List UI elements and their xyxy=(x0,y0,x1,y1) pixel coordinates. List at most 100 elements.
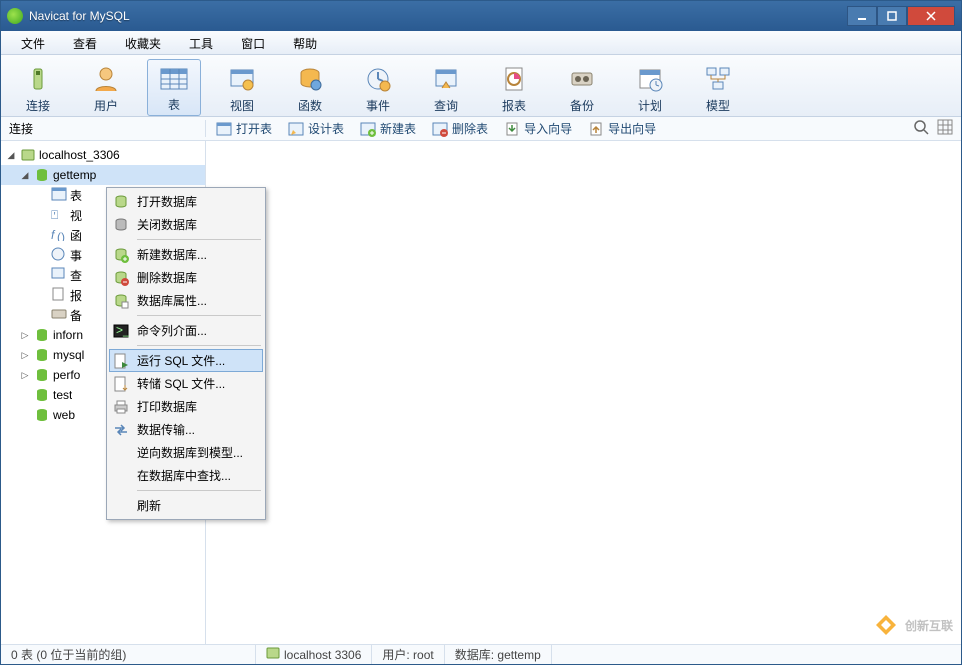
context-item[interactable]: 关闭数据库 xyxy=(109,213,263,236)
context-separator xyxy=(137,345,261,346)
status-db: 数据库: gettemp xyxy=(445,645,552,664)
titlebar: Navicat for MySQL xyxy=(1,1,961,31)
tool-query[interactable]: 查询 xyxy=(419,59,473,116)
tool-function[interactable]: 函数 xyxy=(283,59,337,116)
table-actions: 打开表 设计表 新建表 删除表 导入向导 导出向导 xyxy=(206,120,913,137)
tree-label: 备 xyxy=(70,307,82,324)
svg-text:>_: >_ xyxy=(116,323,129,337)
status-count: 0 表 (0 位于当前的组) xyxy=(1,645,256,664)
db-prop-icon xyxy=(113,293,129,309)
svg-text:(): () xyxy=(57,230,65,241)
tool-connection[interactable]: 连接 xyxy=(11,59,65,116)
main-toolbar: 连接 用户 表 视图 函数 事件 查询 报表 备份 计划 模型 xyxy=(1,55,961,117)
menu-file[interactable]: 文件 xyxy=(7,31,59,54)
tool-label: 连接 xyxy=(26,97,50,114)
db-del-icon xyxy=(113,270,129,286)
expand-icon[interactable]: ▷ xyxy=(19,370,31,381)
context-label: 运行 SQL 文件... xyxy=(137,352,255,369)
action-import-wizard[interactable]: 导入向导 xyxy=(504,120,572,137)
menu-tools[interactable]: 工具 xyxy=(175,31,227,54)
tool-model[interactable]: 模型 xyxy=(691,59,745,116)
tool-report[interactable]: 报表 xyxy=(487,59,541,116)
action-delete-table[interactable]: 删除表 xyxy=(432,120,488,137)
context-separator xyxy=(137,490,261,491)
action-label: 新建表 xyxy=(380,120,416,137)
expand-icon[interactable]: ◢ xyxy=(5,150,17,161)
sub-toolbar-right xyxy=(913,119,961,138)
action-open-table[interactable]: 打开表 xyxy=(216,120,272,137)
context-item[interactable]: 新建数据库... xyxy=(109,243,263,266)
action-new-table[interactable]: 新建表 xyxy=(360,120,416,137)
context-label: 命令列介面... xyxy=(137,322,255,339)
context-item[interactable]: 数据库属性... xyxy=(109,289,263,312)
new-table-icon xyxy=(360,121,376,137)
context-item[interactable]: 刷新 xyxy=(109,494,263,517)
connection-panel-label: 连接 xyxy=(1,120,206,137)
close-button[interactable] xyxy=(907,6,955,26)
delete-table-icon xyxy=(432,121,448,137)
tool-schedule[interactable]: 计划 xyxy=(623,59,677,116)
context-label: 逆向数据库到模型... xyxy=(137,444,255,461)
context-item[interactable]: >_ 命令列介面... xyxy=(109,319,263,342)
app-icon xyxy=(7,8,23,24)
tree-label: 视 xyxy=(70,207,82,224)
menu-window[interactable]: 窗口 xyxy=(227,31,279,54)
tool-label: 模型 xyxy=(706,97,730,114)
tool-user[interactable]: 用户 xyxy=(79,59,133,116)
server-icon xyxy=(20,147,36,163)
backups-icon xyxy=(51,307,67,323)
action-label: 导出向导 xyxy=(608,120,656,137)
action-design-table[interactable]: 设计表 xyxy=(288,120,344,137)
maximize-button[interactable] xyxy=(877,6,907,26)
status-label: localhost 3306 xyxy=(284,648,361,662)
sub-toolbar: 连接 打开表 设计表 新建表 删除表 导入向导 导出向导 xyxy=(1,117,961,141)
database-icon xyxy=(34,407,50,423)
expand-icon[interactable]: ◢ xyxy=(19,170,31,181)
query-icon xyxy=(430,63,462,95)
tree-database-selected[interactable]: ◢ gettemp xyxy=(1,165,205,185)
context-item[interactable]: 打印数据库 xyxy=(109,395,263,418)
tree-label: mysql xyxy=(53,348,84,362)
tree-label: 事 xyxy=(70,247,82,264)
context-label: 数据库属性... xyxy=(137,292,255,309)
tool-label: 报表 xyxy=(502,97,526,114)
table-icon xyxy=(158,63,190,94)
action-label: 导入向导 xyxy=(524,120,572,137)
menu-favorites[interactable]: 收藏夹 xyxy=(111,31,175,54)
search-icon[interactable] xyxy=(913,119,929,138)
tool-backup[interactable]: 备份 xyxy=(555,59,609,116)
tool-label: 事件 xyxy=(366,97,390,114)
tree-label: 查 xyxy=(70,267,82,284)
svg-text:f: f xyxy=(51,228,56,241)
context-item[interactable]: 转储 SQL 文件... xyxy=(109,372,263,395)
tool-label: 查询 xyxy=(434,97,458,114)
schedule-icon xyxy=(634,63,666,95)
menu-help[interactable]: 帮助 xyxy=(279,31,331,54)
context-item[interactable]: 运行 SQL 文件... xyxy=(109,349,263,372)
expand-icon[interactable]: ▷ xyxy=(19,330,31,341)
db-new-icon xyxy=(113,247,129,263)
grid-icon[interactable] xyxy=(937,119,953,138)
tree-label: gettemp xyxy=(53,168,96,182)
blank-icon xyxy=(113,498,129,514)
expand-icon[interactable]: ▷ xyxy=(19,350,31,361)
context-item[interactable]: 打开数据库 xyxy=(109,190,263,213)
context-item[interactable]: 逆向数据库到模型... xyxy=(109,441,263,464)
action-export-wizard[interactable]: 导出向导 xyxy=(588,120,656,137)
tool-table[interactable]: 表 xyxy=(147,59,201,116)
tree-connection[interactable]: ◢ localhost_3306 xyxy=(1,145,205,165)
context-label: 删除数据库 xyxy=(137,269,255,286)
context-item[interactable]: 数据传输... xyxy=(109,418,263,441)
window-buttons xyxy=(847,6,955,26)
tool-event[interactable]: 事件 xyxy=(351,59,405,116)
blank-icon xyxy=(113,445,129,461)
context-item[interactable]: 在数据库中查找... xyxy=(109,464,263,487)
menu-view[interactable]: 查看 xyxy=(59,31,111,54)
minimize-button[interactable] xyxy=(847,6,877,26)
transfer-icon xyxy=(113,422,129,438)
tool-view[interactable]: 视图 xyxy=(215,59,269,116)
tool-label: 用户 xyxy=(94,97,118,114)
context-item[interactable]: 删除数据库 xyxy=(109,266,263,289)
cmd-icon: >_ xyxy=(113,323,129,339)
connection-icon xyxy=(22,63,54,95)
